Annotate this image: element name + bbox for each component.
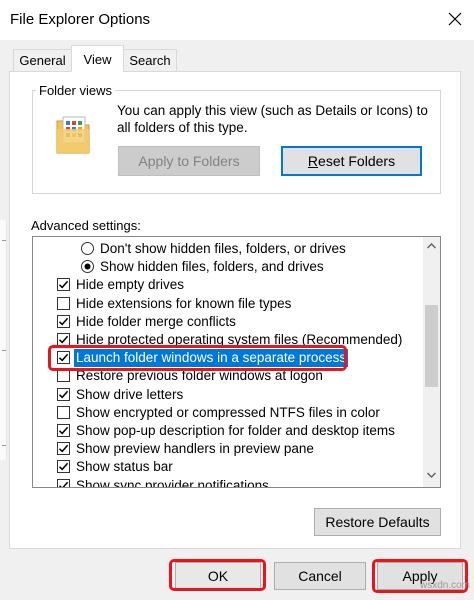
- list-scrollbar[interactable]: [423, 237, 440, 487]
- checkbox[interactable]: [57, 278, 70, 292]
- tab-view[interactable]: View: [71, 45, 124, 72]
- background-window-edge: [0, 220, 7, 460]
- tab-label: View: [83, 51, 112, 67]
- radio-button[interactable]: [81, 260, 94, 274]
- title-bar: File Explorer Options: [0, 0, 474, 40]
- advanced-setting-label: Show status bar: [76, 459, 173, 475]
- cancel-label: Cancel: [298, 568, 342, 584]
- radio-dot-icon: [84, 263, 91, 270]
- restore-defaults-button[interactable]: Restore Defaults: [314, 508, 441, 536]
- checkbox[interactable]: [57, 405, 70, 419]
- highlight-box-launch-option: [48, 345, 347, 371]
- advanced-setting-label: Hide empty drives: [76, 277, 185, 293]
- checkmark-icon: [58, 463, 69, 471]
- scroll-up-button[interactable]: [423, 237, 440, 254]
- tab-search[interactable]: Search: [123, 49, 177, 71]
- checkbox[interactable]: [57, 442, 70, 456]
- checkmark-icon: [58, 335, 69, 344]
- checkmark-icon: [58, 317, 69, 326]
- radio-button[interactable]: [81, 242, 94, 255]
- scroll-down-button[interactable]: [423, 466, 440, 483]
- advanced-setting-label: Show hidden files, folders, and drives: [100, 259, 324, 275]
- close-button[interactable]: [439, 4, 471, 34]
- advanced-setting-label: Hide extensions for known file types: [76, 295, 292, 311]
- checkbox[interactable]: [57, 314, 70, 328]
- highlight-box-ok: [169, 559, 266, 591]
- advanced-setting-row[interactable]: Show sync provider notifications: [33, 477, 423, 487]
- advanced-setting-row[interactable]: Show status bar: [33, 458, 423, 476]
- advanced-setting-label: Show drive letters: [76, 386, 184, 402]
- apply-to-folders-label: Apply to Folders: [138, 153, 240, 169]
- advanced-setting-label: Show preview handlers in preview pane: [76, 441, 314, 457]
- folder-icon: [56, 116, 90, 154]
- chevron-up-icon: [427, 242, 436, 248]
- advanced-setting-label: Hide folder merge conflicts: [76, 313, 236, 329]
- advanced-setting-row[interactable]: Show pop-up description for folder and d…: [33, 422, 423, 440]
- checkmark-icon: [58, 444, 69, 453]
- advanced-setting-label: Show sync provider notifications: [76, 477, 269, 487]
- restore-defaults-label: Restore Defaults: [325, 514, 430, 530]
- advanced-setting-label: Show encrypted or compressed NTFS files …: [76, 404, 380, 420]
- checkbox[interactable]: [57, 369, 70, 383]
- checkmark-icon: [58, 426, 69, 435]
- advanced-setting-row[interactable]: Show preview handlers in preview pane: [33, 440, 423, 458]
- checkmark-icon: [58, 481, 69, 487]
- advanced-setting-row[interactable]: Show hidden files, folders, and drives: [33, 258, 423, 276]
- advanced-setting-row[interactable]: Hide folder merge conflicts: [33, 313, 423, 331]
- reset-folders-button[interactable]: Reset Folders: [281, 146, 422, 176]
- reset-folders-label: Reset Folders: [307, 153, 396, 169]
- tab-label: Search: [129, 53, 171, 68]
- advanced-setting-row[interactable]: Don't show hidden files, folders, or dri…: [33, 240, 423, 258]
- window-title: File Explorer Options: [10, 11, 151, 28]
- cancel-button[interactable]: Cancel: [274, 562, 366, 590]
- apply-to-folders-button[interactable]: Apply to Folders: [118, 146, 260, 176]
- watermark: wsxdn.com: [420, 580, 471, 591]
- checkbox[interactable]: [57, 387, 70, 401]
- tab-general[interactable]: General: [13, 49, 72, 71]
- chevron-down-icon: [427, 472, 436, 478]
- folder-views-description: You can apply this view (such as Details…: [117, 103, 428, 135]
- scroll-thumb[interactable]: [425, 305, 438, 387]
- advanced-setting-row[interactable]: Hide empty drives: [33, 276, 423, 294]
- advanced-setting-label: Don't show hidden files, folders, or dri…: [100, 241, 346, 256]
- checkbox[interactable]: [57, 478, 70, 487]
- checkbox[interactable]: [57, 460, 70, 474]
- checkmark-icon: [58, 390, 69, 399]
- advanced-setting-label: Show pop-up description for folder and d…: [76, 423, 395, 438]
- checkmark-icon: [58, 281, 69, 289]
- advanced-settings-label: Advanced settings:: [31, 218, 141, 233]
- advanced-setting-row[interactable]: Hide extensions for known file types: [33, 295, 423, 313]
- advanced-setting-row[interactable]: Show drive letters: [33, 386, 423, 404]
- tab-label: General: [19, 53, 66, 68]
- checkbox[interactable]: [57, 296, 70, 310]
- advanced-setting-row[interactable]: Show encrypted or compressed NTFS files …: [33, 404, 423, 422]
- folder-views-title: Folder views: [36, 83, 115, 98]
- checkbox[interactable]: [57, 424, 70, 437]
- close-icon: [448, 12, 462, 26]
